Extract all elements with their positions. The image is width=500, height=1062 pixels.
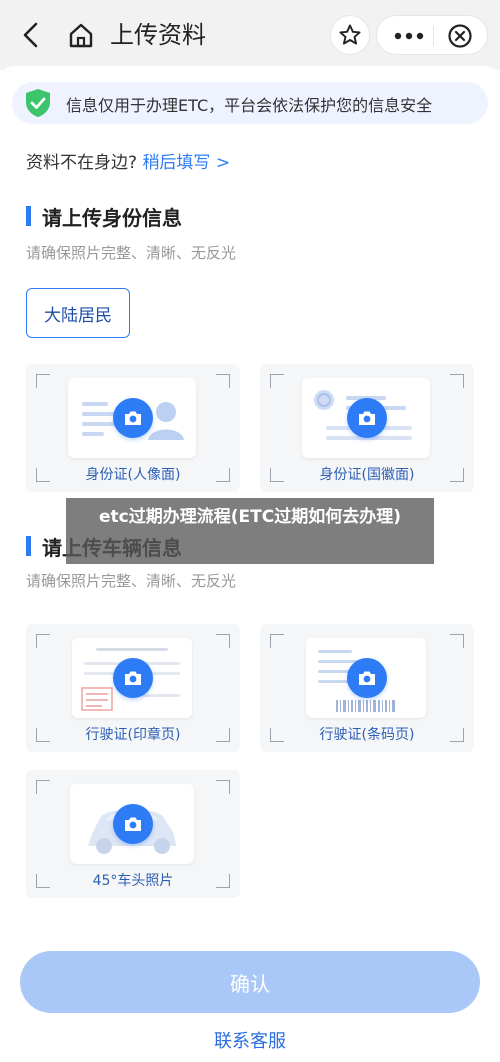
frame-corner <box>450 374 464 388</box>
more-icon <box>394 32 424 40</box>
overlay-caption-banner: etc过期办理流程(ETC过期如何去办理) <box>66 498 434 564</box>
upload-car-front-tile[interactable]: 45°车头照片 <box>26 770 240 898</box>
id-section-title: 请上传身份信息 <box>26 202 182 231</box>
frame-corner <box>270 634 284 648</box>
privacy-notice: 信息仅用于办理ETC，平台会依法保护您的信息安全 <box>12 82 488 124</box>
camera-icon <box>125 671 141 685</box>
upload-tile-label: 身份证(人像面) <box>85 467 181 483</box>
contact-support-link[interactable]: 联系客服 <box>0 1027 500 1053</box>
confirm-button[interactable]: 确认 <box>20 951 480 1013</box>
favorite-button[interactable] <box>330 15 370 55</box>
fill-later-row: 资料不在身边? 稍后填写 > <box>26 148 230 173</box>
upload-id-front-tile[interactable]: 身份证(人像面) <box>26 364 240 492</box>
upload-tile-label: 45°车头照片 <box>92 873 174 889</box>
back-arrow-icon[interactable] <box>18 20 46 50</box>
shield-check-icon <box>22 87 54 119</box>
upload-tile-label: 行驶证(条码页) <box>319 727 415 743</box>
home-icon[interactable] <box>66 20 96 50</box>
fill-later-prompt: 资料不在身边? <box>26 153 138 173</box>
camera-button[interactable] <box>347 658 387 698</box>
upload-id-back-tile[interactable]: 身份证(国徽面) <box>260 364 474 492</box>
vehicle-section-subtitle: 请确保照片完整、清晰、无反光 <box>26 572 237 590</box>
frame-corner <box>36 634 50 648</box>
nav-header: 上传资料 <box>0 0 500 70</box>
id-section-subtitle: 请确保照片完整、清晰、无反光 <box>26 244 237 262</box>
camera-button[interactable] <box>347 398 387 438</box>
capsule-menu <box>376 15 488 55</box>
frame-corner <box>216 634 230 648</box>
camera-icon <box>125 817 141 831</box>
capsule-divider <box>433 26 434 46</box>
frame-corner <box>216 780 230 794</box>
section-accent-bar <box>26 206 31 226</box>
frame-corner <box>450 634 464 648</box>
camera-icon <box>125 411 141 425</box>
camera-button[interactable] <box>113 398 153 438</box>
camera-button[interactable] <box>113 658 153 698</box>
upload-tile-label: 行驶证(印章页) <box>85 727 181 743</box>
star-icon <box>339 24 361 45</box>
fill-later-link[interactable]: 稍后填写 > <box>142 153 230 173</box>
resident-type-chip[interactable]: 大陆居民 <box>26 288 130 338</box>
close-circle-icon <box>448 24 472 48</box>
frame-corner <box>216 374 230 388</box>
frame-corner <box>36 780 50 794</box>
upload-license-seal-tile[interactable]: 行驶证(印章页) <box>26 624 240 752</box>
upload-tile-label: 身份证(国徽面) <box>319 467 415 483</box>
section-accent-bar <box>26 536 31 556</box>
privacy-notice-text: 信息仅用于办理ETC，平台会依法保护您的信息安全 <box>66 96 433 115</box>
frame-corner <box>36 374 50 388</box>
close-button[interactable] <box>443 22 477 50</box>
camera-icon <box>359 411 375 425</box>
camera-button[interactable] <box>113 804 153 844</box>
more-button[interactable] <box>389 22 429 50</box>
upload-license-barcode-tile[interactable]: 行驶证(条码页) <box>260 624 474 752</box>
camera-icon <box>359 671 375 685</box>
frame-corner <box>270 374 284 388</box>
main-content: 信息仅用于办理ETC，平台会依法保护您的信息安全 资料不在身边? 稍后填写 > … <box>0 66 500 1062</box>
id-section-title-text: 请上传身份信息 <box>42 206 182 230</box>
page-title: 上传资料 <box>110 21 206 49</box>
